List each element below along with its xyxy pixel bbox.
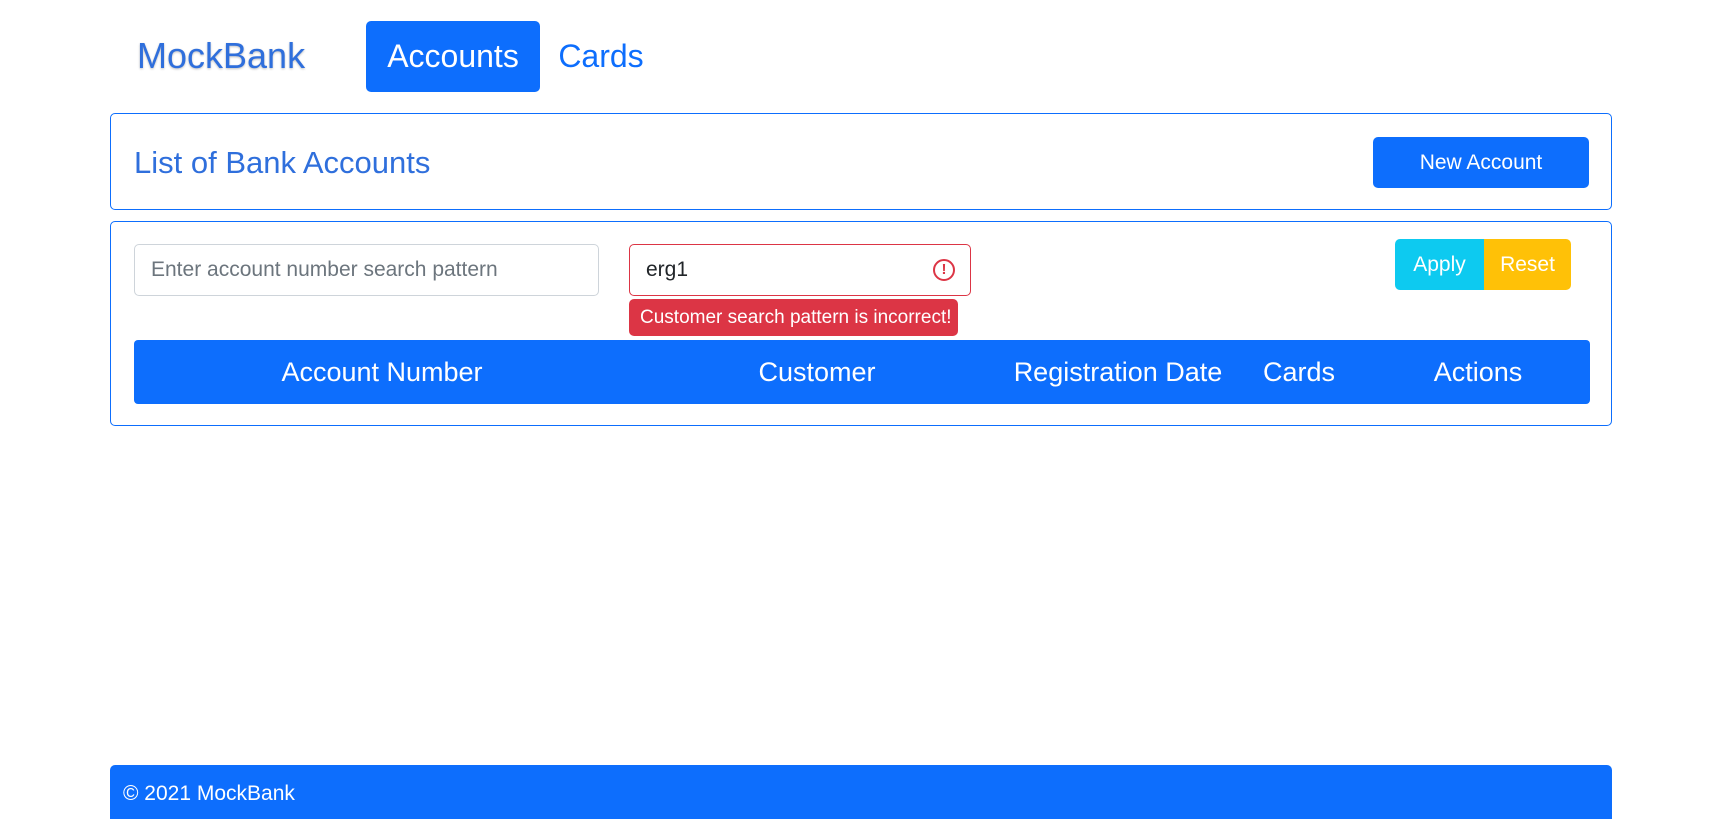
error-icon: ! <box>933 259 955 281</box>
header-card: List of Bank Accounts New Account <box>110 113 1612 210</box>
customer-search-input[interactable] <box>629 244 971 296</box>
page-title: List of Bank Accounts <box>134 145 431 180</box>
customer-error-tooltip: Customer search pattern is incorrect! <box>629 299 958 336</box>
column-header-registration-date[interactable]: Registration Date <box>1004 340 1232 404</box>
accounts-table-header: Account Number Customer Registration Dat… <box>134 340 1590 404</box>
navbar: MockBank Accounts Cards <box>0 0 1722 100</box>
reset-button[interactable]: Reset <box>1484 239 1571 290</box>
new-account-button[interactable]: New Account <box>1373 137 1589 188</box>
apply-button[interactable]: Apply <box>1395 239 1484 290</box>
brand-logo[interactable]: MockBank <box>137 34 305 78</box>
page: MockBank Accounts Cards List of Bank Acc… <box>0 0 1722 819</box>
accounts-card: ! Customer search pattern is incorrect! … <box>110 221 1612 426</box>
column-header-customer[interactable]: Customer <box>630 340 1004 404</box>
column-header-cards[interactable]: Cards <box>1232 340 1366 404</box>
nav-link-cards[interactable]: Cards <box>548 21 654 92</box>
account-number-search-input[interactable] <box>134 244 599 296</box>
column-header-account-number[interactable]: Account Number <box>134 340 630 404</box>
footer: © 2021 MockBank <box>110 765 1612 819</box>
column-header-actions: Actions <box>1433 357 1523 387</box>
nav-link-accounts[interactable]: Accounts <box>366 21 540 92</box>
